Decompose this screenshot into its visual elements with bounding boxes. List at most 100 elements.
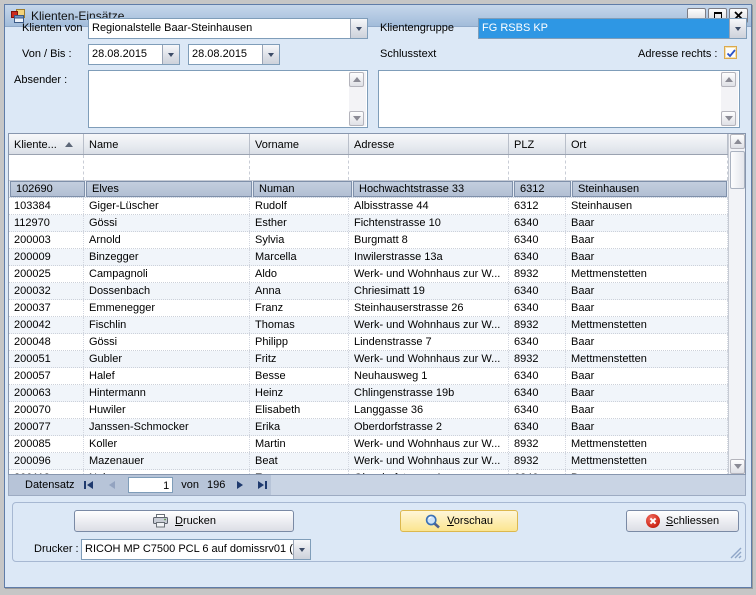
grid-cell: Martin [250,436,349,452]
resize-grip-icon[interactable] [730,547,742,559]
column-header[interactable]: Name [84,134,250,154]
grid-cell: 103384 [9,198,84,214]
grid-cell: 200112 [9,470,84,474]
bis-date-picker[interactable]: 28.08.2015 [188,44,280,65]
chevron-down-icon[interactable] [729,19,746,38]
grid-cell: 6312 [509,198,566,214]
grid-cell: Lindenstrasse 7 [349,334,509,350]
von-date-picker[interactable]: 28.08.2015 [88,44,180,65]
drucken-label: Drucken [175,515,216,527]
grid-cell: Werk- und Wohnhaus zur W... [349,453,509,469]
column-header[interactable]: PLZ [509,134,566,154]
grid-cell: Huwiler [84,402,250,418]
adresse-rechts-checkbox[interactable] [724,46,737,59]
schliessen-button[interactable]: Schliessen [626,510,739,532]
scroll-up-icon[interactable] [349,72,364,87]
record-of-label: von [181,479,199,491]
klientengruppe-combobox[interactable]: FG RSBS KP [478,18,747,39]
grid-cell: Mettmenstetten [566,453,728,469]
table-row[interactable]: 200042FischlinThomasWerk- und Wohnhaus z… [9,317,728,334]
grid-cell: 6340 [509,419,566,435]
last-record-button[interactable] [254,478,271,493]
table-row[interactable]: 200096MazenauerBeatWerk- und Wohnhaus zu… [9,453,728,470]
drucker-combobox[interactable]: RICOH MP C7500 PCL 6 auf domissrv01 (um [81,539,311,560]
scroll-up-icon[interactable] [730,134,745,149]
klienten-von-value: Regionalstelle Baar-Steinhausen [89,19,350,38]
column-header[interactable]: Ort [566,134,728,154]
grid-cell: Chlingenstrasse 19b [349,385,509,401]
grid-cell: Chriesimatt 19 [349,283,509,299]
next-record-button[interactable] [231,478,248,493]
table-row[interactable]: 200057HalefBesseNeuhausweg 16340Baar [9,368,728,385]
grid-cell: 200032 [9,283,84,299]
filter-cell[interactable] [250,155,349,180]
grid-cell: Nuber [84,470,250,474]
grid-cell: 8932 [509,317,566,333]
table-row[interactable]: 200009BinzeggerMarcellaInwilerstrasse 13… [9,249,728,266]
grid-cell: 6340 [509,385,566,401]
filter-cell[interactable] [566,155,728,180]
table-row[interactable]: 112970GössiEstherFichtenstrasse 106340Ba… [9,215,728,232]
grid-cell: Sylvia [250,232,349,248]
table-row[interactable]: 200003ArnoldSylviaBurgmatt 86340Baar [9,232,728,249]
grid-cell: 200037 [9,300,84,316]
grid-cell: Baar [566,368,728,384]
table-row[interactable]: 200112NuberEugenOberdorfstrasse 16340Baa… [9,470,728,474]
klienten-von-combobox[interactable]: Regionalstelle Baar-Steinhausen [88,18,368,39]
adresse-rechts-label: Adresse rechts : [638,48,717,60]
grid-header-row: Kliente...NameVornameAdressePLZOrt [9,134,728,155]
previous-record-button[interactable] [103,478,120,493]
table-row[interactable]: 200063HintermannHeinzChlingenstrasse 19b… [9,385,728,402]
absender-textarea[interactable] [88,70,368,128]
table-row[interactable]: 200048GössiPhilippLindenstrasse 76340Baa… [9,334,728,351]
grid-cell: Baar [566,402,728,418]
column-header[interactable]: Kliente... [9,134,84,154]
table-row[interactable]: 102690ElvesNumanHochwachtstrasse 336312S… [9,181,728,198]
column-header[interactable]: Vorname [250,134,349,154]
scroll-down-icon[interactable] [349,111,364,126]
grid-cell: 6340 [509,283,566,299]
scrollbar-thumb[interactable] [730,151,745,189]
grid-cell: Gubler [84,351,250,367]
scroll-down-icon[interactable] [721,111,736,126]
drucken-button[interactable]: Drucken [74,510,294,532]
chevron-down-icon[interactable] [293,540,310,559]
table-row[interactable]: 200077Janssen-SchmockerErikaOberdorfstra… [9,419,728,436]
scroll-down-icon[interactable] [730,459,745,474]
grid-cell: Hintermann [84,385,250,401]
table-row[interactable]: 200037EmmeneggerFranzSteinhauserstrasse … [9,300,728,317]
table-row[interactable]: 103384Giger-LüscherRudolfAlbisstrasse 44… [9,198,728,215]
grid-cell: Baar [566,419,728,435]
schlusstext-scrollbar[interactable] [721,72,738,126]
table-row[interactable]: 200070HuwilerElisabethLanggasse 366340Ba… [9,402,728,419]
filter-cell[interactable] [349,155,509,180]
scroll-up-icon[interactable] [721,72,736,87]
absender-scrollbar[interactable] [349,72,366,126]
grid-cell: 200057 [9,368,84,384]
table-row[interactable]: 200032DossenbachAnnaChriesimatt 196340Ba… [9,283,728,300]
grid-cell: Baar [566,385,728,401]
filter-cell[interactable] [509,155,566,180]
table-row[interactable]: 200051GublerFritzWerk- und Wohnhaus zur … [9,351,728,368]
grid-filter-row[interactable] [9,155,728,181]
table-row[interactable]: 200085KollerMartinWerk- und Wohnhaus zur… [9,436,728,453]
filter-cell[interactable] [84,155,250,180]
schlusstext-textarea[interactable] [378,70,740,128]
column-header[interactable]: Adresse [349,134,509,154]
grid-cell: 200070 [9,402,84,418]
vorschau-button[interactable]: Vorschau [400,510,518,532]
grid-cell: 200051 [9,351,84,367]
first-record-button[interactable] [81,478,98,493]
chevron-down-icon[interactable] [262,45,279,64]
grid-cell: Baar [566,215,728,231]
chevron-down-icon[interactable] [350,19,367,38]
grid-cell: Mettmenstetten [566,266,728,282]
record-position-input[interactable]: 1 [128,477,173,493]
grid-vertical-scrollbar[interactable] [728,134,745,474]
table-row[interactable]: 200025CampagnoliAldoWerk- und Wohnhaus z… [9,266,728,283]
grid-cell: 112970 [9,215,84,231]
grid-cell: Elisabeth [250,402,349,418]
red-close-icon [646,514,660,528]
filter-cell[interactable] [9,155,84,180]
chevron-down-icon[interactable] [162,45,179,64]
